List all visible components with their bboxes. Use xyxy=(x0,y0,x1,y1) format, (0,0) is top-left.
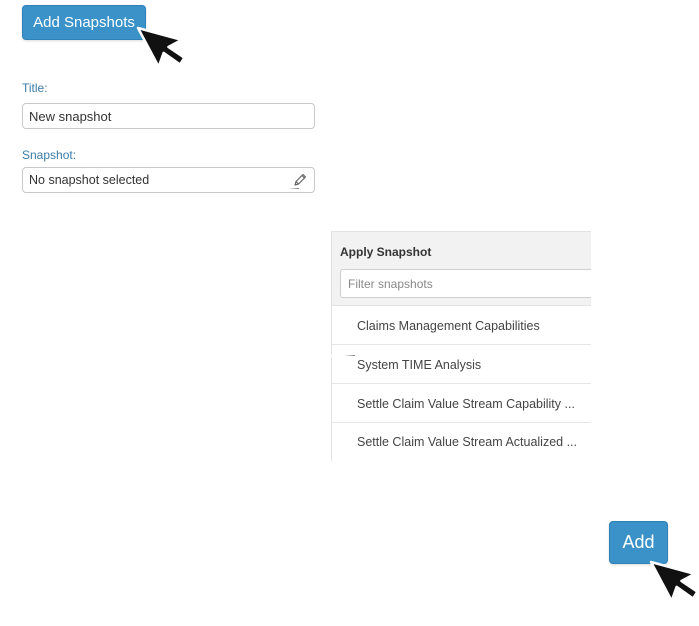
snapshot-list-item[interactable]: Claims Management Capabilities xyxy=(332,307,591,345)
apply-snapshot-title: Apply Snapshot xyxy=(340,245,432,259)
add-snapshots-button[interactable]: Add Snapshots xyxy=(22,5,146,40)
snapshot-select-field[interactable]: No snapshot selected xyxy=(22,167,315,193)
apply-snapshot-header: Apply Snapshot Filter snapshots xyxy=(332,231,591,306)
arrow-cursor-icon xyxy=(249,188,304,192)
filter-snapshots-input[interactable]: Filter snapshots xyxy=(340,269,591,298)
snapshot-item-label: Settle Claim Value Stream Capability ... xyxy=(357,396,575,411)
snapshot-item-label: Settle Claim Value Stream Actualized ... xyxy=(357,435,578,449)
arrow-cursor-icon xyxy=(649,560,699,603)
filter-placeholder: Filter snapshots xyxy=(348,276,433,291)
snapshot-item-label: System TIME Analysis xyxy=(357,357,482,372)
title-label: Title: xyxy=(22,81,48,95)
snapshot-field-value: No snapshot selected xyxy=(29,173,150,187)
snapshot-list-item[interactable]: Settle Claim Value Stream Capability ... xyxy=(332,385,591,423)
pencil-icon[interactable] xyxy=(292,172,308,188)
add-button[interactable]: Add xyxy=(609,521,668,564)
snapshot-label: Snapshot: xyxy=(22,148,77,162)
apply-snapshot-panel: Apply Snapshot Filter snapshots Claims M… xyxy=(331,231,591,461)
snapshot-list-item[interactable]: System TIME Analysis xyxy=(332,346,591,384)
title-input-value: New snapshot xyxy=(29,108,112,124)
snapshot-list-item[interactable]: Settle Claim Value Stream Actualized ... xyxy=(332,423,591,461)
title-input[interactable]: New snapshot xyxy=(22,103,315,129)
snapshot-item-label: Claims Management Capabilities xyxy=(357,318,540,333)
